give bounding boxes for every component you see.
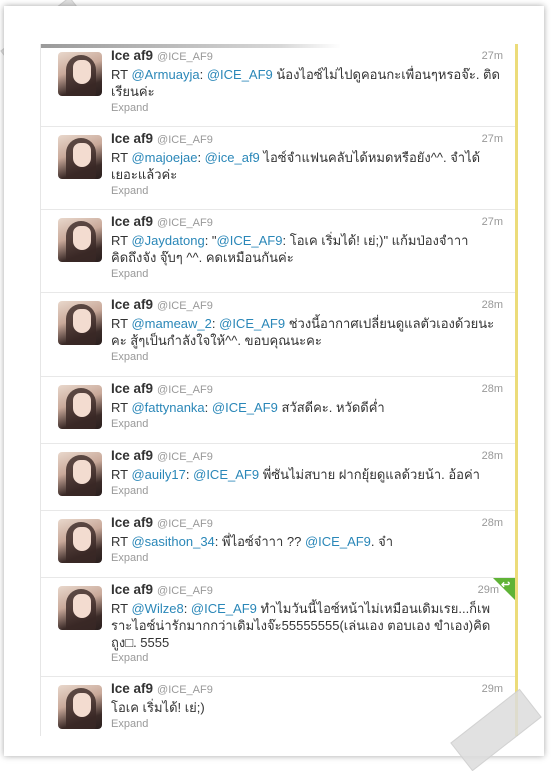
tweet-text: RT @Jaydatong: "@ICE_AF9: โอเค เริ่มได้!… [111,233,469,265]
tweet-time[interactable]: 28m [482,517,503,529]
mention-link[interactable]: @ICE_AF9 [219,316,285,331]
tweet-handle[interactable]: @ICE_AF9 [157,451,213,463]
expand-link[interactable]: Expand [111,185,148,197]
tweet-handle[interactable]: @ICE_AF9 [157,300,213,312]
mention-link[interactable]: @Armuayja [131,67,199,82]
expand-link[interactable]: Expand [111,485,148,497]
tweet-item[interactable]: ↩ Ice af9 @ICE_AF9 29m RT @Wilze8: @ICE_A… [41,578,515,677]
mention-link[interactable]: @ICE_AF9 [207,67,273,82]
tweet-text: RT @fattynanka: @ICE_AF9 สวัสดีคะ. หวัดด… [111,400,385,415]
mention-link[interactable]: @ICE_AF9 [193,467,259,482]
tweet-author[interactable]: Ice af9 @ICE_AF9 [111,214,213,229]
expand-link[interactable]: Expand [111,718,148,730]
tweet-handle[interactable]: @ICE_AF9 [157,384,213,396]
avatar[interactable] [58,519,102,563]
expand-link[interactable]: Expand [111,102,148,114]
tweet-handle[interactable]: @ICE_AF9 [157,134,213,146]
avatar[interactable] [58,452,102,496]
expand-link[interactable]: Expand [111,351,148,363]
tweet-author[interactable]: Ice af9 @ICE_AF9 [111,48,213,63]
paper-frame: Ice af9 @ICE_AF9 27m RT @Armuayja: @ICE_A… [4,6,544,756]
tweet-item[interactable]: Ice af9 @ICE_AF9 27m RT @Armuayja: @ICE_A… [41,44,515,127]
tweet-text: RT @auily17: @ICE_AF9 พี่ซันไม่สบาย ฝากย… [111,467,480,482]
tweet-time[interactable]: 28m [482,383,503,395]
avatar[interactable] [58,135,102,179]
tweet-handle[interactable]: @ICE_AF9 [157,684,213,696]
tweet-author[interactable]: Ice af9 @ICE_AF9 [111,582,213,597]
tweet-item[interactable]: Ice af9 @ICE_AF9 28m RT @sasithon_34: พี่… [41,511,515,578]
tweet-author[interactable]: Ice af9 @ICE_AF9 [111,381,213,396]
tweet-author[interactable]: Ice af9 @ICE_AF9 [111,515,213,530]
tweet-time[interactable]: 28m [482,299,503,311]
tweet-text: RT @majoejae: @ice_af9 ไอซ์จำแฟนคลับได้ห… [111,150,481,182]
tweet-item[interactable]: Ice af9 @ICE_AF9 29m โอเค เริ่มได้! เย่;)… [41,677,515,736]
tweet-text: RT @mameaw_2: @ICE_AF9 ช่วงนี้อากาศเปลี่… [111,316,495,348]
tweet-handle[interactable]: @ICE_AF9 [157,518,213,530]
tweet-handle[interactable]: @ICE_AF9 [157,217,213,229]
expand-link[interactable]: Expand [111,418,148,430]
mention-link[interactable]: @fattynanka [131,400,204,415]
tweet-time[interactable]: 28m [482,450,503,462]
expand-link[interactable]: Expand [111,268,148,280]
tweet-time[interactable]: 27m [482,50,503,62]
timeline: Ice af9 @ICE_AF9 27m RT @Armuayja: @ICE_A… [40,44,518,736]
avatar[interactable] [58,685,102,729]
tweet-text: RT @Armuayja: @ICE_AF9 น้องไอซ์ไม่ไปดูคอ… [111,67,500,99]
tweet-time[interactable]: 27m [482,133,503,145]
avatar[interactable] [58,301,102,345]
tweet-handle[interactable]: @ICE_AF9 [157,585,213,597]
tweet-item[interactable]: Ice af9 @ICE_AF9 27m RT @majoejae: @ice_a… [41,127,515,210]
mention-link[interactable]: @Wilze8 [131,601,183,616]
mention-link[interactable]: @ice_af9 [205,150,260,165]
tweet-author[interactable]: Ice af9 @ICE_AF9 [111,681,213,696]
avatar[interactable] [58,218,102,262]
avatar[interactable] [58,52,102,96]
tweet-text: RT @sasithon_34: พี่ไอซ์จ๋าาา ?? @ICE_AF… [111,534,394,549]
tweet-author[interactable]: Ice af9 @ICE_AF9 [111,131,213,146]
tweet-author[interactable]: Ice af9 @ICE_AF9 [111,297,213,312]
expand-link[interactable]: Expand [111,652,148,664]
mention-link[interactable]: @ICE_AF9 [305,534,371,549]
tweet-text: RT @Wilze8: @ICE_AF9 ทำไมวันนี้ไอซ์หน้าไ… [111,601,491,650]
mention-link[interactable]: @sasithon_34 [131,534,214,549]
tweet-text: โอเค เริ่มได้! เย่;) [111,700,205,715]
mention-link[interactable]: @majoejae [131,150,197,165]
mention-link[interactable]: @ICE_AF9 [217,233,283,248]
avatar[interactable] [58,586,102,630]
mention-link[interactable]: @Jaydatong [131,233,204,248]
mention-link[interactable]: @ICE_AF9 [212,400,278,415]
tweet-time[interactable]: 27m [482,216,503,228]
mention-link[interactable]: @ICE_AF9 [191,601,257,616]
tweet-handle[interactable]: @ICE_AF9 [157,51,213,63]
avatar[interactable] [58,385,102,429]
tweet-item[interactable]: Ice af9 @ICE_AF9 28m RT @mameaw_2: @ICE_A… [41,293,515,377]
tweet-item[interactable]: Ice af9 @ICE_AF9 28m RT @auily17: @ICE_AF… [41,444,515,511]
tweet-time[interactable]: 29m [482,683,503,695]
tweet-item[interactable]: Ice af9 @ICE_AF9 27m RT @Jaydatong: "@ICE… [41,210,515,293]
tweet-author[interactable]: Ice af9 @ICE_AF9 [111,448,213,463]
tweet-time[interactable]: 29m [478,584,499,596]
expand-link[interactable]: Expand [111,552,148,564]
mention-link[interactable]: @mameaw_2 [131,316,211,331]
tweet-item[interactable]: Ice af9 @ICE_AF9 28m RT @fattynanka: @ICE… [41,377,515,444]
mention-link[interactable]: @auily17 [131,467,185,482]
